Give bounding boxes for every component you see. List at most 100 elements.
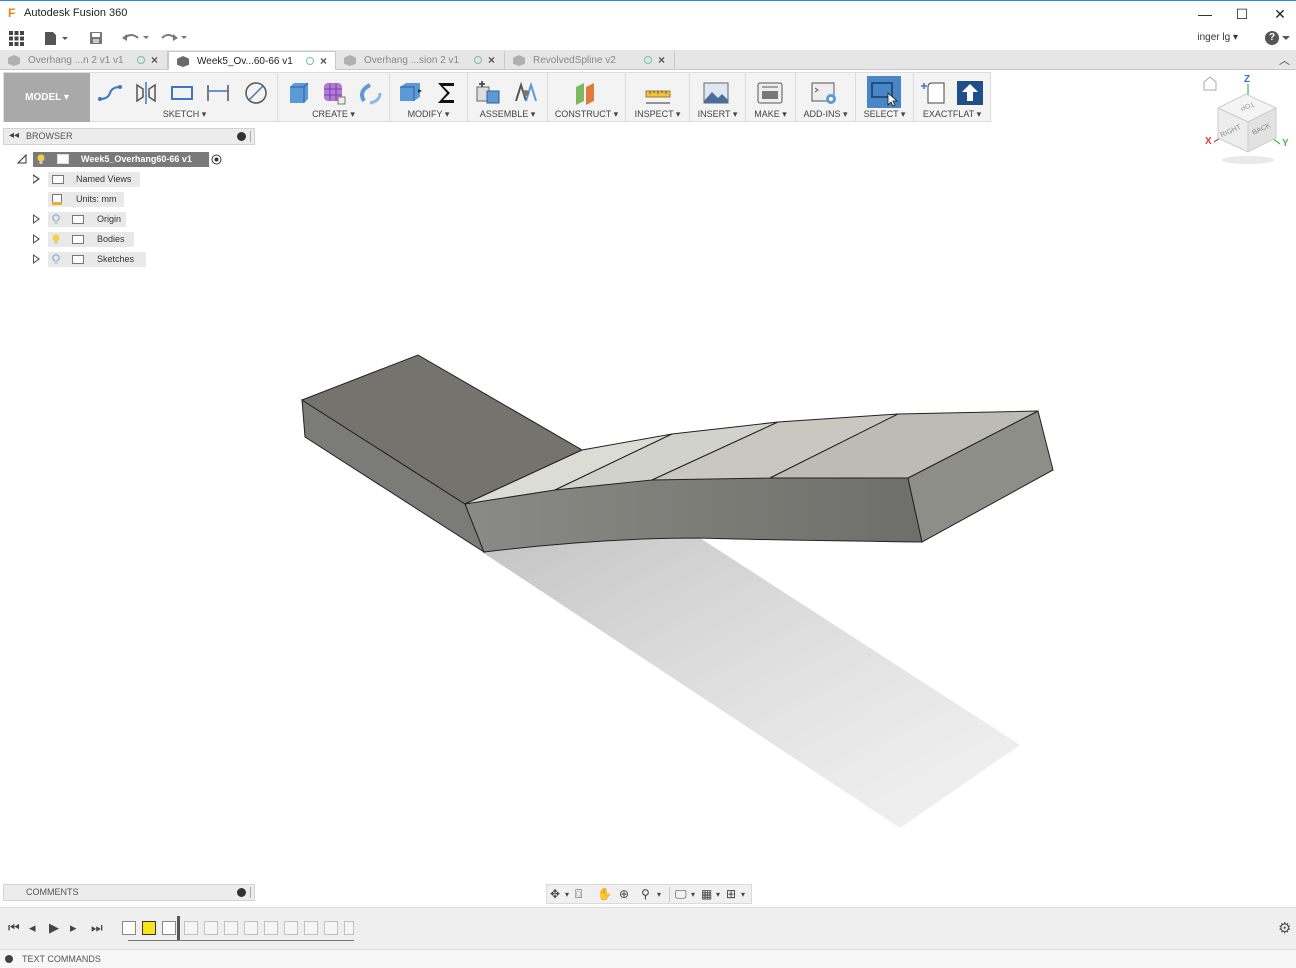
tab-overhang-1[interactable]: Overhang ...n 2 v1 v1 ×	[0, 51, 168, 70]
panel-resize-handle[interactable]	[250, 887, 253, 898]
browser-item-named-views[interactable]: Named Views	[30, 172, 160, 187]
browser-root-row[interactable]: Week5_Overhang60-66 v1	[15, 152, 235, 167]
tab-overhang-2[interactable]: Overhang ...sion 2 v1 ×	[336, 51, 505, 70]
workspace-switcher[interactable]: MODEL ▾	[4, 73, 90, 122]
visibility-bulb-off-icon[interactable]	[52, 214, 60, 225]
go-to-start-icon[interactable]: ⏮	[8, 920, 20, 936]
timeline-feature-suppressed[interactable]	[324, 921, 338, 935]
joint-icon[interactable]	[512, 79, 540, 107]
viewports-icon[interactable]: ⊞	[726, 887, 736, 901]
sketch-group[interactable]: SKETCH ▾	[92, 73, 278, 122]
close-tab-icon[interactable]: ×	[488, 51, 495, 70]
create-menu-label[interactable]: CREATE ▾	[278, 109, 389, 120]
panel-resize-handle[interactable]	[250, 131, 253, 142]
timeline-feature-suppressed[interactable]	[284, 921, 298, 935]
viewcube[interactable]: Z X Y RIGHT BACK TOP	[1200, 74, 1296, 170]
exactflat-menu-label[interactable]: EXACTFLAT ▾	[914, 109, 990, 120]
select-icon[interactable]	[870, 79, 898, 107]
expanded-triangle-icon[interactable]	[17, 154, 27, 164]
file-menu-icon[interactable]	[44, 31, 70, 46]
zoom-window-icon[interactable]: ⚲	[641, 887, 650, 901]
timeline-feature-suppressed[interactable]	[344, 921, 354, 935]
construct-menu-label[interactable]: CONSTRUCT ▾	[548, 109, 625, 120]
collapse-toolbar-icon[interactable]: ︿	[1279, 52, 1290, 68]
viewport-canvas[interactable]	[280, 340, 1080, 840]
collapse-browser-icon[interactable]: ◂◂	[9, 130, 19, 141]
add-ins-menu-label[interactable]: ADD-INS ▾	[796, 109, 855, 120]
measure-icon[interactable]	[644, 79, 672, 107]
timeline-feature-sketch[interactable]	[122, 921, 136, 935]
new-component-icon[interactable]	[474, 79, 502, 107]
construct-group[interactable]: CONSTRUCT ▾	[548, 73, 626, 122]
grid-settings-icon[interactable]: ▦	[701, 887, 712, 901]
step-back-icon[interactable]: ◂	[29, 920, 36, 936]
browser-panel-header[interactable]: ◂◂ BROWSER	[3, 128, 255, 145]
text-commands-bar[interactable]: TEXT COMMANDS	[0, 949, 1296, 968]
maximize-button[interactable]: ☐	[1223, 3, 1261, 25]
revolve-icon[interactable]	[356, 79, 384, 107]
display-settings-icon[interactable]: 🖵	[675, 887, 687, 902]
user-account-menu[interactable]: inger lg ▾	[1197, 32, 1238, 43]
create-form-icon[interactable]	[320, 79, 348, 107]
select-menu-label[interactable]: SELECT ▾	[856, 109, 913, 120]
go-to-end-icon[interactable]: ⏭	[91, 920, 103, 936]
zoom-icon[interactable]: ⊕	[619, 887, 629, 901]
app-grid-icon[interactable]	[9, 31, 24, 46]
zoom-dropdown-icon[interactable]: ▾	[657, 890, 661, 899]
timeline-feature-suppressed[interactable]	[184, 921, 198, 935]
create-sketch-icon[interactable]	[96, 79, 124, 107]
play-icon[interactable]: ▶	[49, 920, 59, 936]
rectangle-icon[interactable]	[168, 79, 196, 107]
insert-menu-label[interactable]: INSERT ▾	[690, 109, 745, 120]
scripts-addins-icon[interactable]	[810, 79, 838, 107]
timeline-feature-suppressed[interactable]	[244, 921, 258, 935]
exactflat-new-icon[interactable]	[920, 79, 948, 107]
insert-image-icon[interactable]	[702, 79, 730, 107]
timeline-settings-gear-icon[interactable]: ⚙	[1278, 919, 1291, 937]
extrude-icon[interactable]	[284, 79, 312, 107]
close-tab-icon[interactable]: ×	[320, 52, 327, 70]
assemble-group[interactable]: ASSEMBLE ▾	[468, 73, 548, 122]
inspect-menu-label[interactable]: INSPECT ▾	[626, 109, 689, 120]
comments-panel-header[interactable]: COMMENTS	[3, 884, 255, 901]
save-icon[interactable]	[89, 31, 103, 45]
modify-menu-label[interactable]: MODIFY ▾	[390, 109, 467, 120]
visibility-bulb-icon[interactable]	[37, 154, 45, 165]
sketch-menu-label[interactable]: SKETCH ▾	[92, 109, 277, 120]
timeline-feature-suppressed[interactable]	[304, 921, 318, 935]
create-group[interactable]: CREATE ▾	[278, 73, 390, 122]
timeline-feature-suppressed[interactable]	[264, 921, 278, 935]
close-tab-icon[interactable]: ×	[151, 51, 158, 70]
modify-group[interactable]: MODIFY ▾	[390, 73, 468, 122]
press-pull-icon[interactable]	[396, 79, 424, 107]
tab-revolved-spline[interactable]: RevolvedSpline v2 ×	[505, 51, 675, 70]
timeline-feature-suppressed[interactable]	[204, 921, 218, 935]
orbit-icon[interactable]: ✥	[550, 887, 560, 901]
grid-dropdown-icon[interactable]: ▾	[716, 890, 720, 899]
mirror-icon[interactable]	[132, 79, 160, 107]
help-icon[interactable]: ?	[1265, 31, 1279, 45]
exactflat-group[interactable]: EXACTFLAT ▾	[914, 73, 990, 122]
help-dropdown-icon[interactable]	[1282, 36, 1290, 41]
browser-item-units[interactable]: Units: mm	[30, 192, 160, 207]
redo-icon[interactable]	[159, 32, 189, 44]
inspect-group[interactable]: INSPECT ▾	[626, 73, 690, 122]
timeline-feature-suppressed[interactable]	[224, 921, 238, 935]
browser-item-bodies[interactable]: Bodies	[30, 232, 160, 247]
visibility-bulb-off-icon[interactable]	[52, 254, 60, 265]
visibility-bulb-icon[interactable]	[52, 234, 60, 245]
browser-item-origin[interactable]: Origin	[30, 212, 160, 227]
orbit-dropdown-icon[interactable]: ▾	[565, 890, 569, 899]
3d-print-icon[interactable]	[756, 79, 784, 107]
select-group[interactable]: SELECT ▾	[856, 73, 914, 122]
display-dropdown-icon[interactable]: ▾	[691, 890, 695, 899]
sum-icon[interactable]	[432, 79, 460, 107]
undo-icon[interactable]	[121, 32, 151, 44]
text-commands-toggle-icon[interactable]	[5, 955, 13, 963]
tab-week5-overhang[interactable]: Week5_Ov...60-66 v1 ×	[168, 51, 336, 70]
pan-icon[interactable]: ✋	[597, 887, 612, 901]
viewports-dropdown-icon[interactable]: ▾	[741, 890, 745, 899]
insert-group[interactable]: INSERT ▾	[690, 73, 746, 122]
browser-options-icon[interactable]	[237, 132, 246, 141]
viewcube-graphic[interactable]	[1200, 74, 1296, 170]
